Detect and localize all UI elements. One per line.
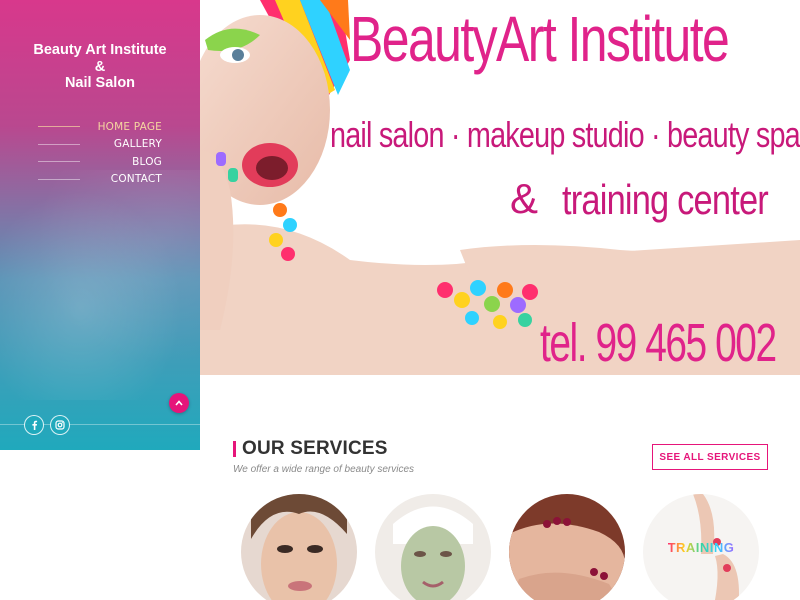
hero-title: BeautyArt Institute <box>350 3 730 75</box>
menu-item-label: BLOG <box>132 155 162 168</box>
site-brand[interactable]: Beauty Art Institute & Nail Salon <box>0 42 200 92</box>
service-pedicure[interactable] <box>509 494 625 600</box>
sidebar: Beauty Art Institute & Nail Salon HOME P… <box>0 0 200 450</box>
see-all-services-button[interactable]: SEE ALL SERVICES <box>652 444 768 470</box>
makeup-image <box>241 494 357 600</box>
services-header: OUR SERVICES We offer a wide range of be… <box>233 438 414 475</box>
menu-item-gallery[interactable]: GALLERY <box>0 136 200 154</box>
menu-item-contact[interactable]: CONTACT <box>0 171 200 189</box>
hero-banner: BeautyArt Institute nail salon · makeup … <box>200 0 800 375</box>
hero-ampersand: & <box>510 175 539 222</box>
hero-phone: tel. 99 465 002 <box>540 313 777 373</box>
menu-rule <box>38 161 80 162</box>
brand-line-1: Beauty Art Institute <box>33 42 167 58</box>
instagram-icon <box>55 420 65 430</box>
menu-item-label: CONTACT <box>110 173 162 186</box>
training-label-text: TRAINING <box>667 540 735 555</box>
service-makeup[interactable] <box>241 494 357 600</box>
services-subtitle: We offer a wide range of beauty services <box>233 464 415 475</box>
service-facial[interactable] <box>375 494 491 600</box>
facebook-link[interactable] <box>24 415 44 435</box>
menu-rule <box>38 178 80 180</box>
facial-mask-image <box>375 494 491 600</box>
menu-item-label: GALLERY <box>113 138 162 151</box>
instagram-link[interactable] <box>50 415 70 435</box>
training-label: TRAINING <box>643 540 759 555</box>
service-training[interactable]: TRAINING <box>643 494 759 600</box>
sidebar-background-photo <box>0 170 200 400</box>
pedicure-image <box>509 494 625 600</box>
main-menu: HOME PAGE GALLERY BLOG CONTACT <box>0 118 200 188</box>
services-title-text: OUR SERVICES <box>242 438 388 459</box>
menu-item-home[interactable]: HOME PAGE <box>0 118 200 136</box>
menu-rule <box>38 126 80 127</box>
hero-training-line: training center <box>562 176 769 223</box>
services-title: OUR SERVICES <box>233 438 414 460</box>
menu-item-blog[interactable]: BLOG <box>0 153 200 171</box>
brand-line-3: Nail Salon <box>64 75 136 91</box>
menu-item-label: HOME PAGE <box>97 120 162 133</box>
scroll-to-top-button[interactable] <box>169 393 189 413</box>
hero-subtitle: nail salon · makeup studio · beauty spa <box>330 114 800 155</box>
brand-line-2: & <box>94 58 106 75</box>
title-accent-bar <box>233 441 236 457</box>
menu-rule <box>38 143 80 145</box>
chevron-up-icon <box>175 400 183 406</box>
facebook-icon <box>31 420 37 430</box>
